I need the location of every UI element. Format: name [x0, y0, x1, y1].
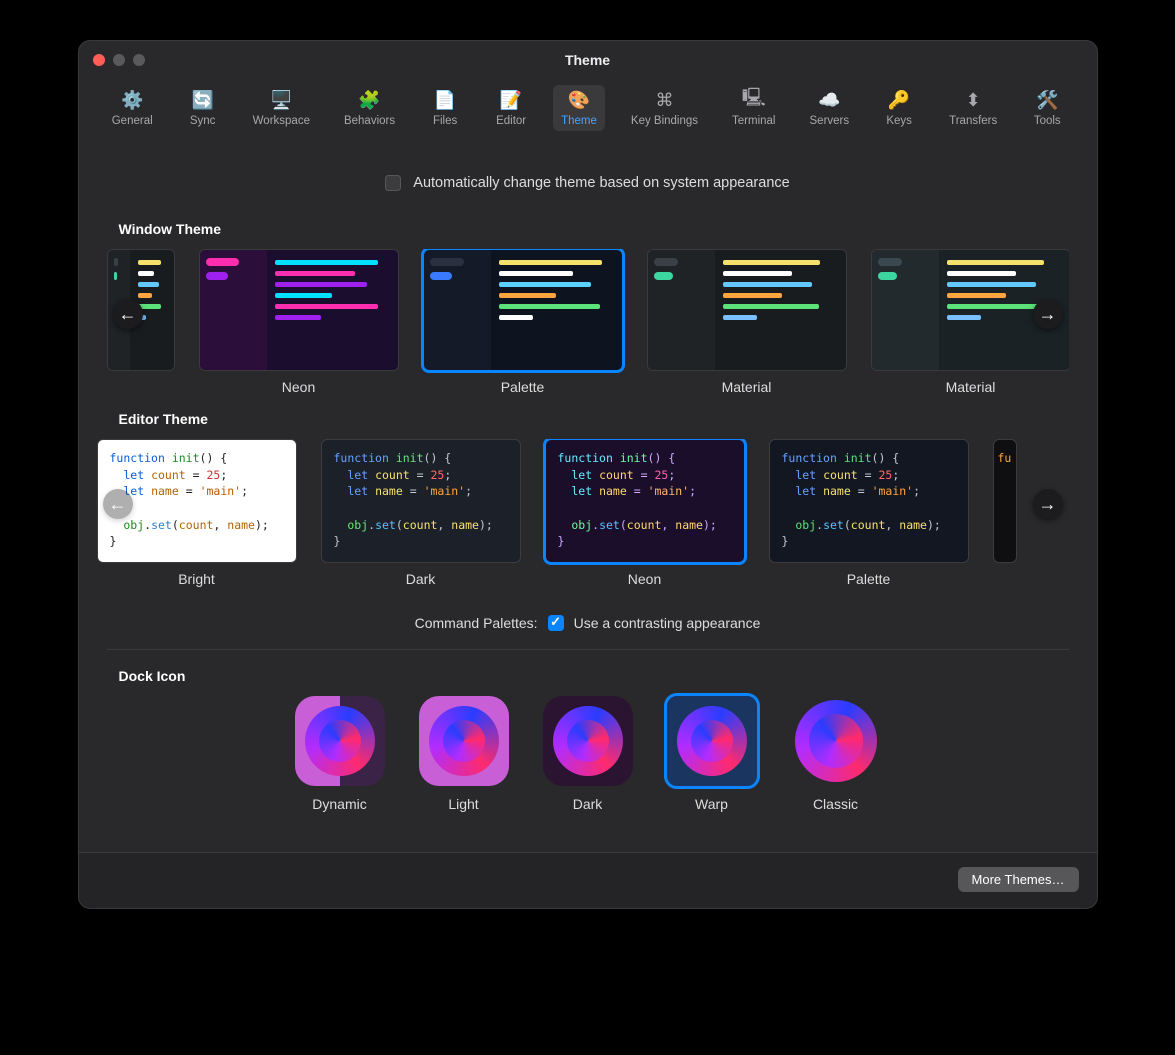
dock-icon-image — [667, 696, 757, 786]
files-icon: 📄 — [432, 89, 458, 111]
toolbar-tab-label: Transfers — [949, 115, 997, 127]
dock-icon-classic[interactable]: Classic — [791, 696, 881, 812]
general-icon: ⚙️ — [119, 89, 145, 111]
toolbar-tab-terminal[interactable]: 🖳 Terminal — [724, 85, 783, 131]
dock-icon-image — [543, 696, 633, 786]
window-theme-label: Palette — [501, 379, 545, 395]
command-palette-label: Command Palettes: — [415, 615, 538, 631]
keys-icon: 🔑 — [886, 89, 912, 111]
auto-theme-label: Automatically change theme based on syst… — [413, 175, 789, 191]
dock-icon-warp[interactable]: Warp — [667, 696, 757, 812]
transfers-icon: ⬍ — [960, 89, 986, 111]
editor-theme-label: Bright — [178, 571, 215, 587]
editor-theme-carousel: ← → function init() { let count = 25; le… — [97, 439, 1069, 593]
toolbar-tab-label: Tools — [1034, 115, 1061, 127]
toolbar-tab-general[interactable]: ⚙️ General — [104, 85, 161, 131]
window-title: Theme — [79, 52, 1097, 68]
toolbar-tab-workspace[interactable]: 🖥️ Workspace — [245, 85, 318, 131]
toolbar-tab-label: Files — [433, 115, 457, 127]
toolbar-tab-key-bindings[interactable]: ⌘ Key Bindings — [623, 85, 706, 131]
behaviors-icon: 🧩 — [357, 89, 383, 111]
footer: More Themes… — [79, 852, 1097, 908]
toolbar-tab-files[interactable]: 📄 Files — [421, 85, 469, 131]
window-theme-next-button[interactable]: → — [1033, 299, 1063, 329]
editor-theme-card-dark[interactable]: function init() { let count = 25; let na… — [321, 439, 521, 563]
dock-icon-row: Dynamic Light Dark Warp Classic — [107, 696, 1069, 812]
toolbar-tab-behaviors[interactable]: 🧩 Behaviors — [336, 85, 403, 131]
toolbar-tab-label: Sync — [190, 115, 216, 127]
toolbar-tab-theme[interactable]: 🎨 Theme — [553, 85, 605, 131]
workspace-icon: 🖥️ — [268, 89, 294, 111]
tools-icon: 🛠️ — [1034, 89, 1060, 111]
editor-theme-next-button[interactable]: → — [1033, 489, 1063, 519]
toolbar-tab-servers[interactable]: ☁️ Servers — [802, 85, 858, 131]
window-theme-label: Material — [722, 379, 772, 395]
toolbar-tab-tools[interactable]: 🛠️ Tools — [1023, 85, 1071, 131]
dock-icon-heading: Dock Icon — [119, 668, 1069, 684]
editor-theme-prev-button[interactable]: ← — [103, 489, 133, 519]
dock-icon-label: Dark — [573, 796, 603, 812]
editor-theme-heading: Editor Theme — [119, 411, 1069, 427]
more-themes-button[interactable]: More Themes… — [958, 867, 1079, 892]
dock-icon-label: Classic — [813, 796, 858, 812]
dock-icon-dark[interactable]: Dark — [543, 696, 633, 812]
terminal-icon: 🖳 — [741, 89, 767, 111]
window-theme-heading: Window Theme — [119, 221, 1069, 237]
auto-theme-checkbox[interactable] — [385, 175, 401, 191]
toolbar-tab-label: Workspace — [253, 115, 310, 127]
dock-icon-image — [295, 696, 385, 786]
preferences-toolbar: ⚙️ General 🔄 Sync 🖥️ Workspace 🧩 Behaviors 📄 File… — [79, 79, 1097, 143]
editor-theme-card-palette[interactable]: function init() { let count = 25; let na… — [769, 439, 969, 563]
dock-icon-light[interactable]: Light — [419, 696, 509, 812]
toolbar-tab-transfers[interactable]: ⬍ Transfers — [941, 85, 1005, 131]
window-theme-card-palette[interactable] — [423, 249, 623, 371]
command-palette-checkbox[interactable] — [548, 615, 564, 631]
editor-icon: 📝 — [498, 89, 524, 111]
theme-icon: 🎨 — [566, 89, 592, 111]
window-theme-card-neon[interactable] — [199, 249, 399, 371]
toolbar-tab-label: Terminal — [732, 115, 775, 127]
toolbar-tab-label: Editor — [496, 115, 526, 127]
editor-theme-label: Neon — [628, 571, 661, 587]
window-theme-label: Material — [946, 379, 996, 395]
dock-icon-label: Light — [448, 796, 478, 812]
toolbar-tab-label: Behaviors — [344, 115, 395, 127]
editor-theme-label: Dark — [406, 571, 436, 587]
editor-theme-card-neon[interactable]: function init() { let count = 25; let na… — [545, 439, 745, 563]
toolbar-tab-label: Keys — [886, 115, 912, 127]
key-bindings-icon: ⌘ — [651, 89, 677, 111]
command-palette-checkbox-label: Use a contrasting appearance — [574, 615, 761, 631]
toolbar-tab-sync[interactable]: 🔄 Sync — [179, 85, 227, 131]
dock-icon-label: Warp — [695, 796, 728, 812]
dock-icon-dynamic[interactable]: Dynamic — [295, 696, 385, 812]
divider — [107, 649, 1069, 650]
titlebar: Theme — [79, 41, 1097, 79]
window-theme-prev-button[interactable]: ← — [113, 299, 143, 329]
dock-icon-image — [791, 696, 881, 786]
toolbar-tab-editor[interactable]: 📝 Editor — [487, 85, 535, 131]
toolbar-tab-label: Key Bindings — [631, 115, 698, 127]
window-theme-carousel: ← → Neon Palette Material Material — [107, 249, 1069, 401]
editor-theme-label: Palette — [847, 571, 891, 587]
toolbar-tab-keys[interactable]: 🔑 Keys — [875, 85, 923, 131]
dock-icon-image — [419, 696, 509, 786]
preferences-window: Theme ⚙️ General 🔄 Sync 🖥️ Workspace 🧩 Behavior… — [78, 40, 1098, 909]
toolbar-tab-label: Servers — [810, 115, 850, 127]
editor-theme-card-partial[interactable]: fu — [993, 439, 1017, 563]
window-theme-card-material[interactable] — [647, 249, 847, 371]
dock-icon-label: Dynamic — [312, 796, 366, 812]
window-theme-label: Neon — [282, 379, 315, 395]
sync-icon: 🔄 — [190, 89, 216, 111]
toolbar-tab-label: Theme — [561, 115, 597, 127]
servers-icon: ☁️ — [816, 89, 842, 111]
toolbar-tab-label: General — [112, 115, 153, 127]
